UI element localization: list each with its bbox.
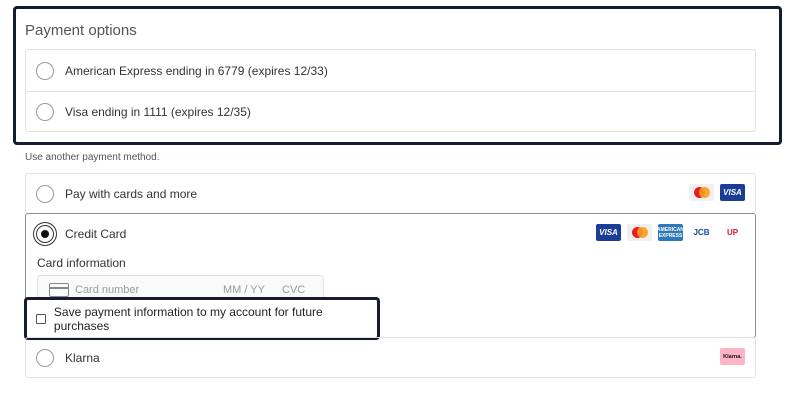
another-method-text: Use another payment method. xyxy=(25,152,160,163)
brand-icons: VISA AMERICAN EXPRESS JCB UP xyxy=(596,224,745,241)
card-information-label: Card information xyxy=(37,256,126,270)
jcb-icon: JCB xyxy=(689,224,714,241)
save-payment-checkbox-row[interactable]: Save payment information to my account f… xyxy=(24,297,380,340)
save-payment-checkbox[interactable] xyxy=(36,313,46,324)
radio-button[interactable] xyxy=(36,185,54,203)
radio-button[interactable] xyxy=(36,349,54,367)
radio-button[interactable] xyxy=(36,61,54,80)
unionpay-icon: UP xyxy=(720,224,745,241)
cvc-input[interactable]: CVC xyxy=(282,284,305,296)
saved-option-label: American Express ending in 6779 (expires… xyxy=(65,63,328,78)
saved-option-visa[interactable]: Visa ending in 1111 (expires 12/35) xyxy=(26,91,755,132)
klarna-icon: Klarna. xyxy=(720,348,745,365)
card-number-input[interactable]: Card number xyxy=(75,284,139,296)
radio-button[interactable] xyxy=(36,103,54,121)
amex-icon: AMERICAN EXPRESS xyxy=(657,224,684,241)
method-pay-with-cards[interactable]: Pay with cards and more VISA xyxy=(25,173,756,214)
brand-icons: VISA xyxy=(689,184,745,201)
expiry-input[interactable]: MM / YY xyxy=(223,284,265,296)
save-payment-label: Save payment information to my account f… xyxy=(53,304,323,333)
method-label: Credit Card xyxy=(65,227,127,241)
mastercard-icon xyxy=(689,184,714,201)
saved-option-amex[interactable]: American Express ending in 6779 (expires… xyxy=(26,50,755,91)
method-label: Pay with cards and more xyxy=(65,187,198,201)
mastercard-icon xyxy=(627,224,652,241)
saved-payment-list: American Express ending in 6779 (expires… xyxy=(25,49,756,132)
credit-card-icon xyxy=(49,283,69,297)
payment-options-title: Payment options xyxy=(25,22,137,39)
brand-icons: Klarna. xyxy=(720,348,745,365)
saved-option-label: Visa ending in 1111 (expires 12/35) xyxy=(65,105,251,119)
method-label: Klarna xyxy=(65,351,100,365)
radio-button-selected[interactable] xyxy=(36,225,54,243)
method-klarna[interactable]: Klarna Klarna. xyxy=(25,337,756,378)
visa-icon: VISA xyxy=(596,224,621,241)
visa-icon: VISA xyxy=(720,184,745,201)
